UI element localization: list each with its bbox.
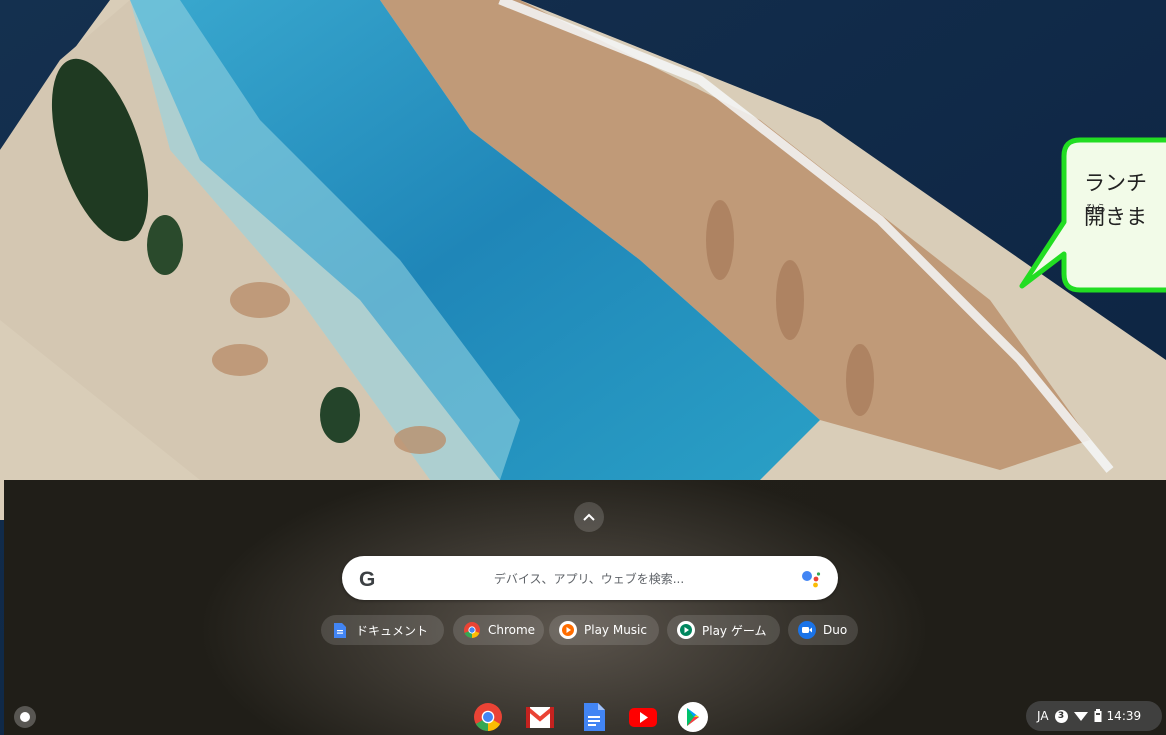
play-games-icon (677, 621, 695, 639)
suggested-app-play-games[interactable]: Play ゲーム (667, 615, 780, 645)
launcher-circle-icon (20, 712, 30, 722)
chevron-up-icon (583, 513, 595, 521)
gmail-icon (526, 707, 554, 728)
shelf-app-play-store[interactable] (677, 701, 709, 733)
clock: 14:39 (1106, 709, 1142, 723)
docs-icon (331, 621, 349, 639)
search-input[interactable] (402, 564, 776, 594)
suggested-app-label: Play ゲーム (702, 623, 767, 638)
suggested-app-play-music[interactable]: Play Music (549, 615, 659, 645)
play-music-icon (559, 621, 577, 639)
battery-icon (1094, 709, 1102, 722)
suggested-apps-row: ドキュメント Chrome Play Music Play ゲーム Duo (0, 615, 1166, 645)
shelf-app-chrome[interactable] (472, 701, 504, 733)
shelf-app-youtube[interactable] (627, 701, 659, 733)
chrome-icon (474, 703, 502, 731)
suggested-app-label: Play Music (584, 623, 647, 637)
svg-text:G: G (359, 568, 375, 591)
expand-launcher-button[interactable] (574, 502, 604, 532)
suggested-app-label: ドキュメント (356, 623, 429, 638)
ime-indicator: JA (1037, 709, 1049, 723)
google-g-icon: G (359, 568, 375, 591)
google-assistant-icon[interactable] (800, 568, 824, 590)
suggested-app-label: Chrome (488, 623, 536, 637)
suggested-app-docs[interactable]: ドキュメント (321, 615, 444, 645)
docs-icon (584, 703, 605, 731)
callout-ruby: ひら (1086, 204, 1106, 215)
suggested-app-label: Duo (823, 623, 848, 637)
launcher-search-box[interactable]: G (342, 556, 838, 600)
wifi-icon (1073, 712, 1088, 721)
youtube-icon (629, 708, 657, 727)
suggested-app-duo[interactable]: Duo (788, 615, 858, 645)
chrome-icon (463, 621, 481, 639)
shelf-app-gmail[interactable] (524, 701, 556, 733)
callout-line-1: ランチ (1084, 171, 1147, 195)
suggested-app-chrome[interactable]: Chrome (453, 615, 544, 645)
status-tray[interactable]: JA 3 14:39 (1026, 701, 1162, 731)
play-store-icon (678, 702, 708, 732)
notification-count-badge: 3 (1054, 709, 1068, 723)
shelf-app-docs[interactable] (578, 701, 610, 733)
duo-icon (798, 621, 816, 639)
launcher-button[interactable] (14, 706, 36, 728)
